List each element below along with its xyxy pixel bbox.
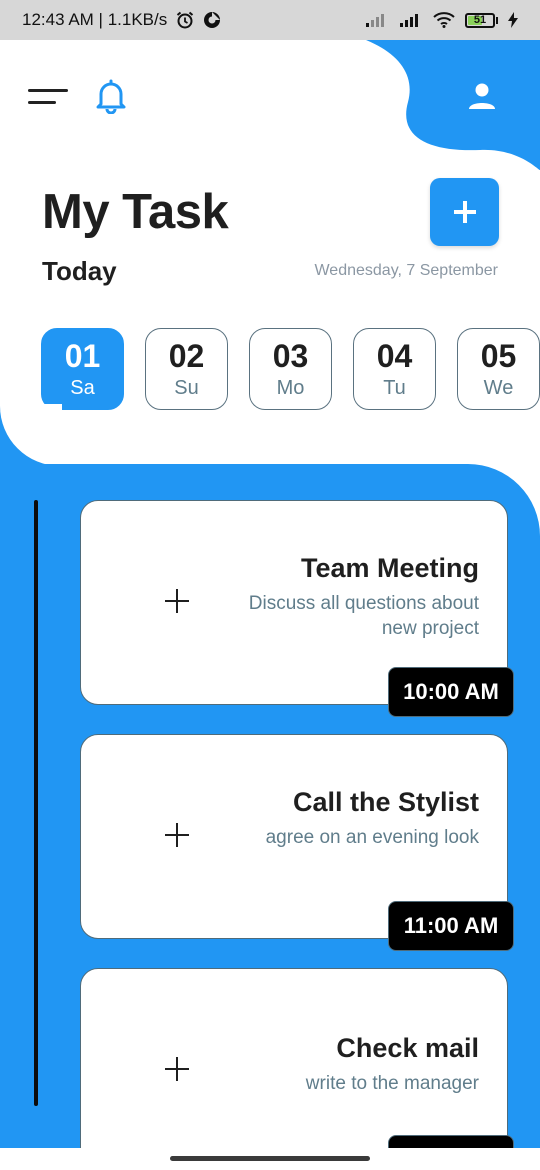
- day-chip[interactable]: 04 Tu: [353, 328, 436, 410]
- day-of-week: Mo: [276, 377, 305, 399]
- day-picker: 01 Sa 02 Su 03 Mo 04 Tu 05 We: [41, 328, 540, 410]
- data-saver-icon: [203, 11, 221, 29]
- day-number: 02: [168, 338, 205, 374]
- add-icon[interactable]: [165, 1057, 189, 1081]
- time-badge: [388, 1135, 514, 1148]
- plus-icon: [453, 201, 476, 223]
- hamburger-menu-icon: [28, 89, 68, 92]
- add-icon[interactable]: [165, 589, 189, 613]
- notifications-button[interactable]: [94, 78, 128, 115]
- day-number: 01: [64, 338, 101, 374]
- day-of-week: We: [483, 377, 514, 399]
- task-card[interactable]: Check mail write to the manager: [80, 968, 508, 1148]
- day-of-week: Sa: [70, 377, 95, 399]
- signal-icon: [365, 12, 389, 28]
- menu-button[interactable]: [28, 84, 68, 110]
- status-time: 12:43 AM | 1.1KB/s: [22, 10, 168, 29]
- day-chip[interactable]: 05 We: [457, 328, 540, 410]
- current-date: Wednesday, 7 September: [314, 262, 498, 279]
- user-icon: [469, 83, 495, 109]
- charging-icon: [508, 12, 518, 28]
- signal-icon: [399, 12, 423, 28]
- home-indicator[interactable]: [170, 1156, 370, 1161]
- time-badge: 11:00 AM: [388, 901, 514, 951]
- day-number: 03: [272, 338, 309, 374]
- task-title: Check mail: [336, 1033, 479, 1063]
- day-number: 05: [480, 338, 517, 374]
- task-list: Team Meeting Discuss all questions about…: [0, 464, 540, 1148]
- timeline-line: [34, 500, 38, 1106]
- bell-icon: [96, 79, 126, 115]
- status-left: 12:43 AM | 1.1KB/s: [22, 10, 221, 30]
- day-of-week: Su: [174, 377, 199, 399]
- day-number: 04: [376, 338, 413, 374]
- day-chip[interactable]: 01 Sa: [41, 328, 124, 410]
- task-description: write to the manager: [305, 1073, 479, 1094]
- task-description: Discuss all questions about new project: [248, 593, 479, 639]
- page-title: My Task: [42, 185, 229, 239]
- wifi-icon: [433, 12, 455, 28]
- navigation-bar: [0, 1148, 540, 1170]
- task-title: Call the Stylist: [292, 787, 479, 817]
- task-title: Team Meeting: [300, 553, 479, 583]
- task-description: agree on an evening look: [265, 827, 479, 848]
- profile-button[interactable]: [466, 82, 498, 110]
- battery-icon: 51: [465, 12, 498, 28]
- add-task-button[interactable]: [430, 178, 499, 246]
- day-chip[interactable]: 03 Mo: [249, 328, 332, 410]
- day-chip[interactable]: 02 Su: [145, 328, 228, 410]
- battery-level: 51: [473, 13, 487, 26]
- status-bar: 12:43 AM | 1.1KB/s 51: [0, 0, 540, 40]
- add-icon[interactable]: [165, 823, 189, 847]
- today-label: Today: [42, 256, 117, 286]
- header-decoration: [366, 40, 540, 170]
- alarm-icon: [175, 10, 195, 30]
- status-right: 51: [365, 12, 518, 28]
- time-badge: 10:00 AM: [388, 667, 514, 717]
- day-of-week: Tu: [383, 377, 406, 399]
